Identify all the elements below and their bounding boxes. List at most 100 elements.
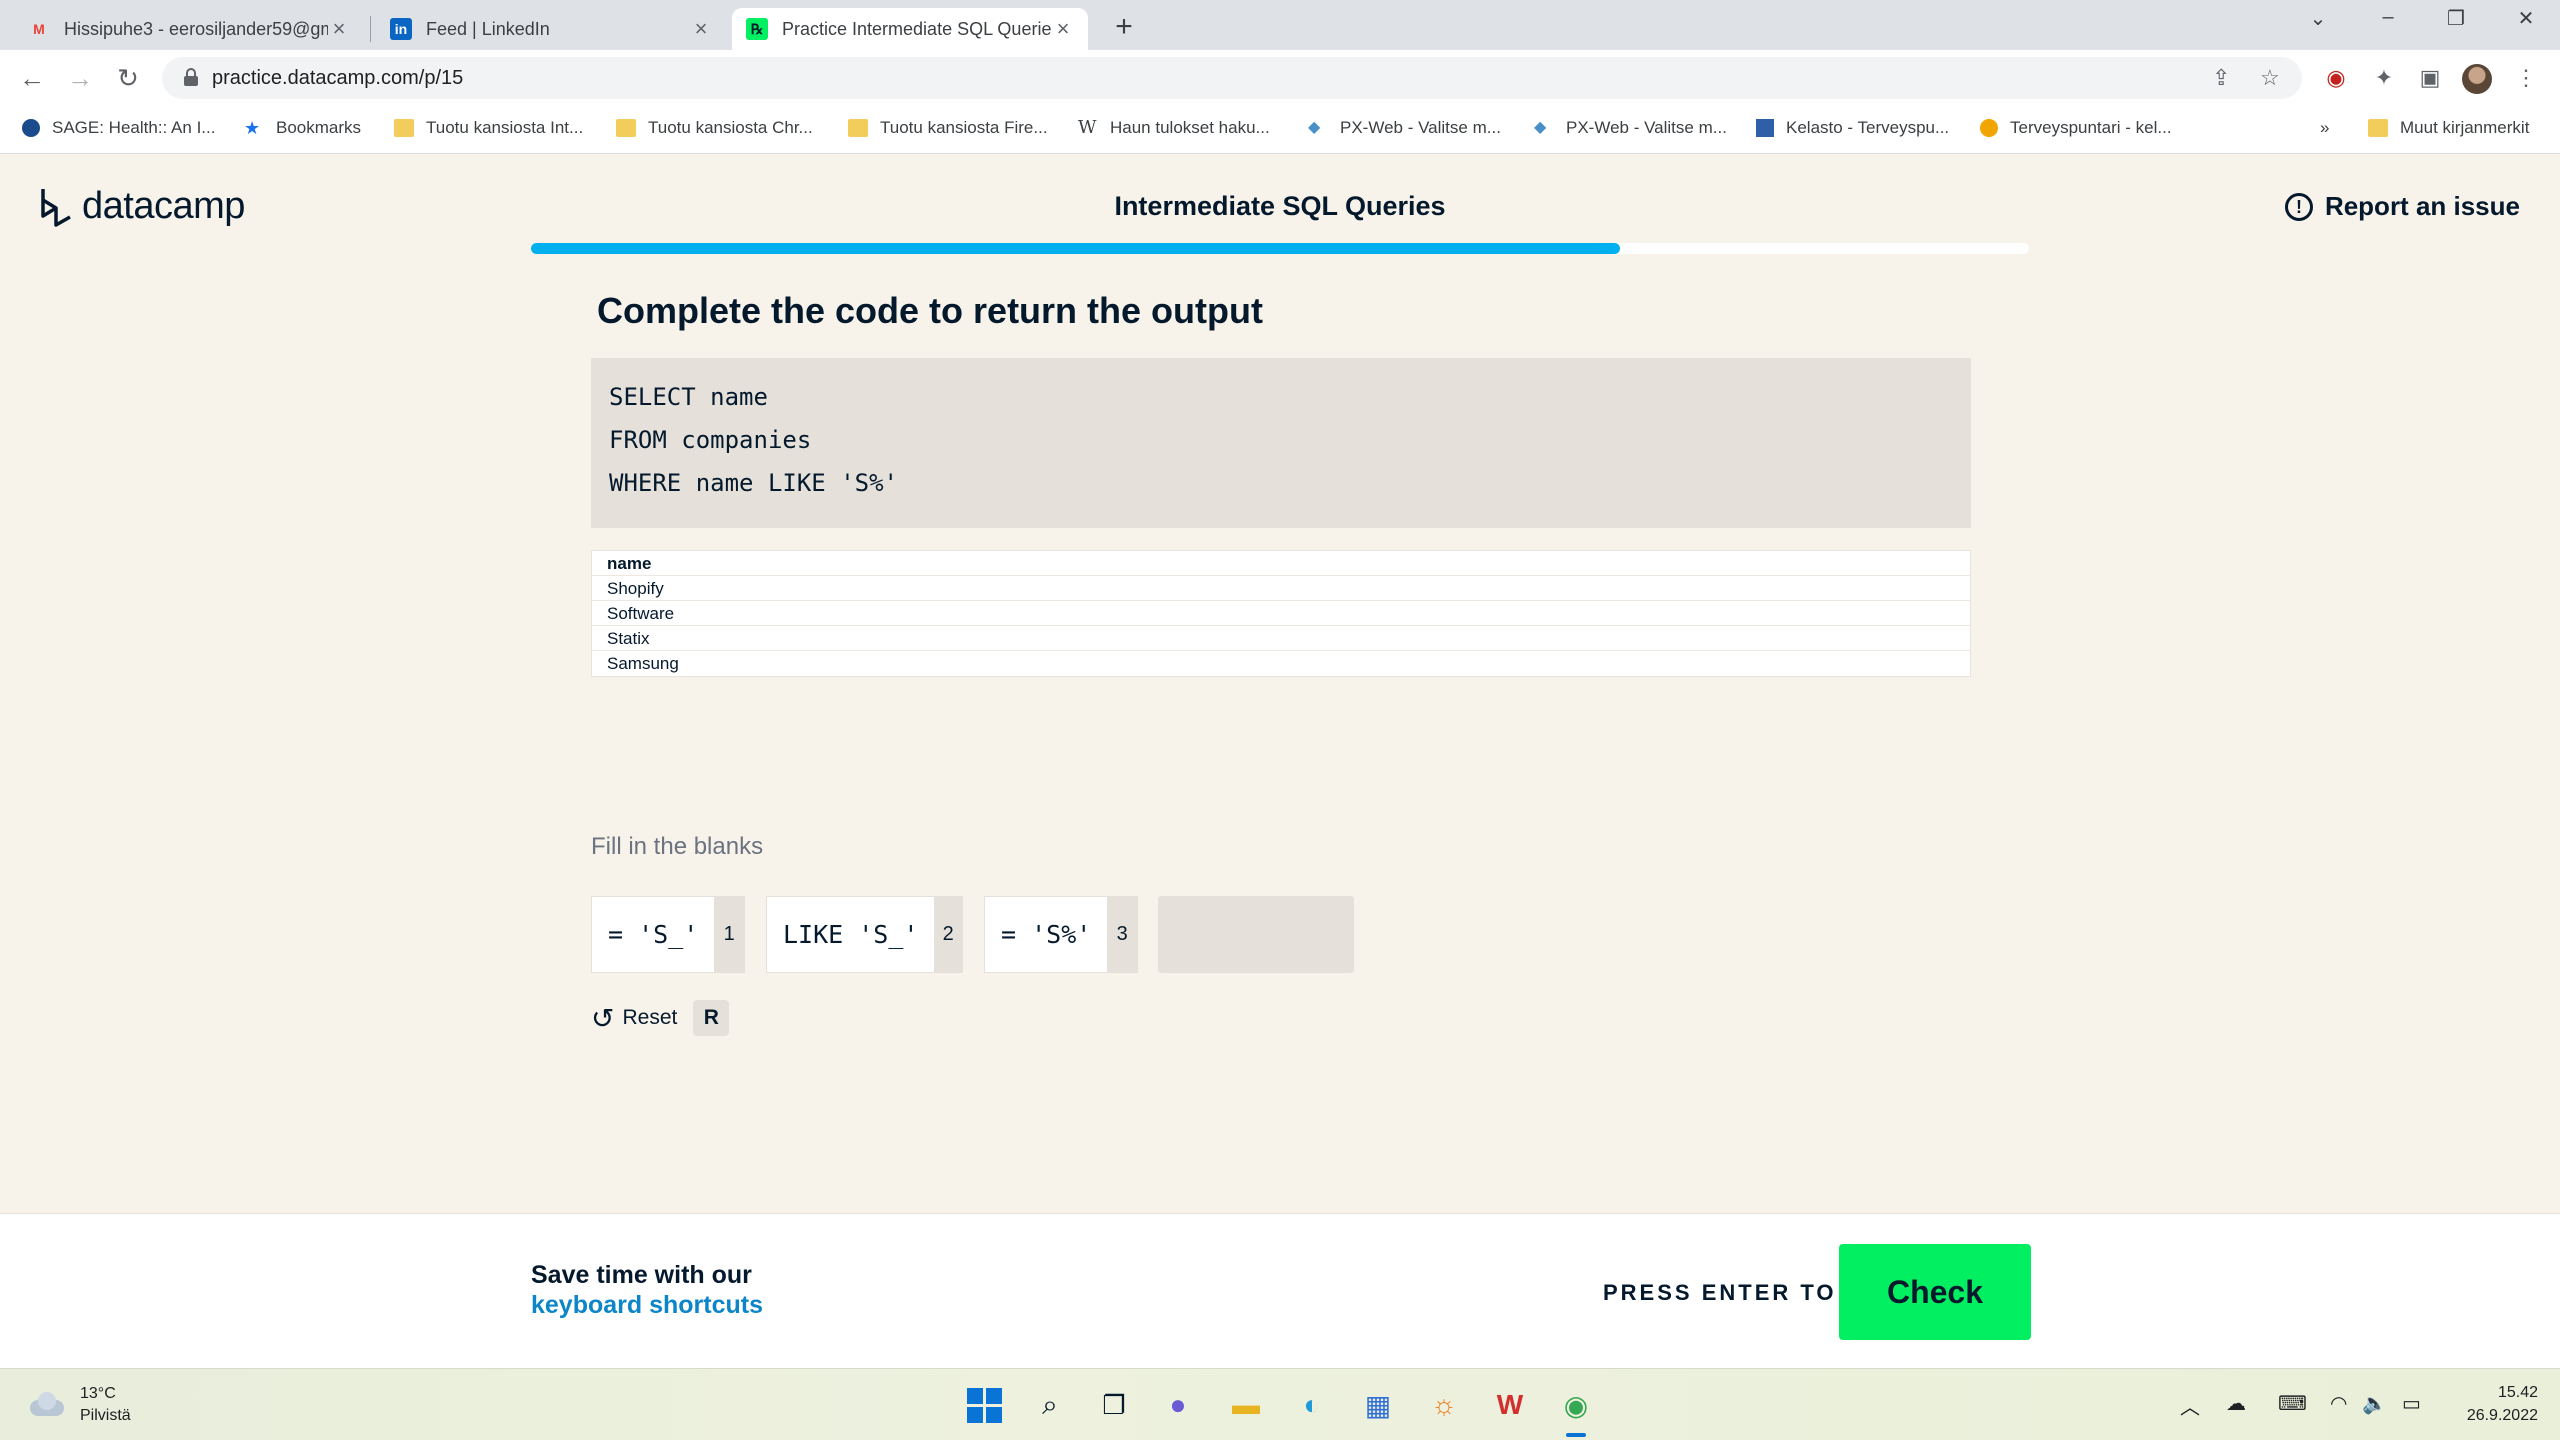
- wifi-icon[interactable]: ◠: [2330, 1391, 2347, 1416]
- other-bookmarks[interactable]: Muut kirjanmerkit: [2368, 118, 2529, 138]
- bookmark-label: PX-Web - Valitse m...: [1566, 118, 1727, 137]
- address-bar[interactable]: practice.datacamp.com/p/15 ⇪ ☆: [162, 57, 2302, 99]
- px-web-icon: ◆: [1308, 119, 1321, 136]
- tray-overflow-icon[interactable]: ︿: [2180, 1391, 2200, 1420]
- tab-linkedin[interactable]: in Feed | LinkedIn ×: [376, 8, 726, 50]
- star-icon: ★: [244, 118, 261, 138]
- datacamp-logo[interactable]: datacamp: [38, 185, 245, 228]
- bookmarks-overflow-button[interactable]: »: [2320, 118, 2329, 138]
- back-arrow-icon[interactable]: ←: [16, 62, 48, 94]
- press-enter-label: PRESS ENTER TO: [1603, 1280, 1837, 1305]
- datacamp-logo-icon: [41, 188, 71, 227]
- bookmark-label: SAGE: Health:: An I...: [52, 118, 216, 137]
- active-app-indicator: [1566, 1433, 1586, 1437]
- tab-gmail[interactable]: M Hissipuhe3 - eerosiljander59@gm ×: [14, 8, 364, 50]
- weather-widget[interactable]: 13°C Pilvistä: [26, 1383, 131, 1427]
- bookmark-item[interactable]: ◆ PX-Web - Valitse m...: [1308, 118, 1501, 138]
- folder-icon: [616, 119, 636, 137]
- reload-icon[interactable]: ↻: [112, 62, 144, 94]
- battery-icon[interactable]: ▭: [2402, 1391, 2421, 1416]
- tab-search-icon[interactable]: ⌄: [2298, 6, 2338, 31]
- extension-icon[interactable]: ◉: [2320, 62, 2352, 94]
- bookmark-item[interactable]: W Haun tulokset haku...: [1078, 118, 1270, 138]
- browser-toolbar: ← → ↻ practice.datacamp.com/p/15 ⇪ ☆ ◉ ✦…: [0, 50, 2560, 106]
- report-label: Report an issue: [2324, 191, 2520, 221]
- task-view-icon[interactable]: ❐: [1094, 1385, 1134, 1425]
- lesson-title: Intermediate SQL Queries: [1114, 191, 1446, 221]
- close-icon[interactable]: ×: [1052, 16, 1074, 42]
- wikipedia-icon: W: [1078, 117, 1097, 138]
- table-row: Samsung: [607, 654, 679, 673]
- file-explorer-icon[interactable]: ▬: [1226, 1385, 1266, 1425]
- side-panel-icon[interactable]: ▣: [2414, 62, 2446, 94]
- option-chip-2[interactable]: LIKE 'S_' 2: [766, 896, 963, 973]
- tab-datacamp[interactable]: ℞ Practice Intermediate SQL Querie ×: [732, 8, 1088, 50]
- speaker-muted-icon[interactable]: 🔈: [2362, 1391, 2387, 1416]
- tab-title: Practice Intermediate SQL Querie: [782, 18, 1052, 39]
- bookmark-label: Kelasto - Terveyspu...: [1786, 118, 1950, 137]
- datacamp-icon: ℞: [746, 18, 768, 40]
- code-line: SELECT name: [609, 383, 768, 411]
- option-key: 3: [1107, 897, 1137, 972]
- folder-icon: [2368, 119, 2388, 137]
- code-block: SELECT name FROM companies WHERE name LI…: [591, 358, 1971, 528]
- close-icon[interactable]: ×: [328, 16, 350, 42]
- option-text: = 'S_': [608, 920, 699, 949]
- profile-avatar[interactable]: [2462, 64, 2492, 94]
- system-clock[interactable]: 15.42 26.9.2022: [2467, 1381, 2538, 1427]
- option-chip-1[interactable]: = 'S_' 1: [591, 896, 745, 973]
- result-table: name Shopify Software Statix Samsung: [591, 550, 1971, 677]
- keyboard-shortcuts-link[interactable]: keyboard shortcuts: [531, 1291, 763, 1320]
- bookmark-item[interactable]: SAGE: Health:: An I...: [22, 118, 215, 138]
- bookmark-label: PX-Web - Valitse m...: [1340, 118, 1501, 137]
- search-icon[interactable]: ⌕: [1030, 1385, 1070, 1425]
- folder-icon: [848, 119, 868, 137]
- table-row: Shopify: [592, 576, 1970, 601]
- chrome-icon[interactable]: ◉: [1556, 1385, 1596, 1425]
- app-icon[interactable]: ☼: [1424, 1385, 1464, 1425]
- url-text: practice.datacamp.com/p/15: [212, 67, 464, 89]
- sage-icon: [22, 119, 40, 137]
- bookmark-item[interactable]: Kelasto - Terveyspu...: [1756, 118, 1949, 138]
- onedrive-icon[interactable]: ☁: [2226, 1391, 2246, 1416]
- wps-office-icon[interactable]: W: [1490, 1385, 1530, 1425]
- puzzle-icon[interactable]: ✦: [2368, 62, 2400, 94]
- option-chip-3[interactable]: = 'S%' 3: [984, 896, 1138, 973]
- bookmark-item[interactable]: ★ Bookmarks: [244, 118, 361, 138]
- report-issue-button[interactable]: ! Report an issue: [2284, 191, 2520, 222]
- menu-icon[interactable]: ⋮: [2510, 62, 2542, 94]
- share-icon[interactable]: ⇪: [2212, 65, 2230, 91]
- bookmark-item[interactable]: Tuotu kansiosta Int...: [394, 118, 583, 138]
- practice-page: datacamp Intermediate SQL Queries ! Repo…: [0, 155, 2560, 1213]
- clock-date: 26.9.2022: [2466, 1407, 2538, 1424]
- edge-icon[interactable]: ◐: [1292, 1385, 1332, 1425]
- reset-button[interactable]: ↺ Reset R: [591, 1000, 730, 1036]
- bookmark-item[interactable]: Terveyspuntari - kel...: [1980, 118, 2172, 138]
- restore-button[interactable]: ❐: [2436, 6, 2476, 31]
- table-row: Statix: [592, 626, 1970, 651]
- keyboard-icon[interactable]: ⌨: [2278, 1391, 2307, 1416]
- code-line: WHERE name LIKE 'S%': [609, 469, 898, 497]
- start-icon[interactable]: [964, 1385, 1004, 1425]
- clock-time: 15.42: [2497, 1384, 2538, 1401]
- bookmark-star-icon[interactable]: ☆: [2260, 65, 2280, 91]
- reset-shortcut-key: R: [693, 1000, 730, 1036]
- answer-blank-slot[interactable]: [1158, 896, 1354, 973]
- close-window-button[interactable]: ✕: [2506, 6, 2546, 31]
- forward-arrow-icon[interactable]: →: [64, 62, 96, 94]
- terveyspuntari-icon: [1980, 119, 1998, 137]
- chat-icon[interactable]: ●: [1158, 1385, 1198, 1425]
- minimize-button[interactable]: –: [2368, 6, 2408, 29]
- bookmark-item[interactable]: Tuotu kansiosta Chr...: [616, 118, 813, 138]
- bookmark-item[interactable]: Tuotu kansiosta Fire...: [848, 118, 1048, 138]
- reset-icon: ↺: [591, 1002, 615, 1034]
- option-text: = 'S%': [1001, 920, 1092, 949]
- store-icon[interactable]: ▦: [1358, 1385, 1398, 1425]
- new-tab-button[interactable]: +: [1108, 12, 1140, 44]
- tab-title: Feed | LinkedIn: [426, 18, 550, 39]
- close-icon[interactable]: ×: [690, 16, 712, 42]
- check-button[interactable]: Check: [1839, 1244, 2031, 1340]
- folder-icon: [394, 119, 414, 137]
- bookmark-label: Haun tulokset haku...: [1110, 118, 1270, 137]
- bookmark-item[interactable]: ◆ PX-Web - Valitse m...: [1534, 118, 1727, 138]
